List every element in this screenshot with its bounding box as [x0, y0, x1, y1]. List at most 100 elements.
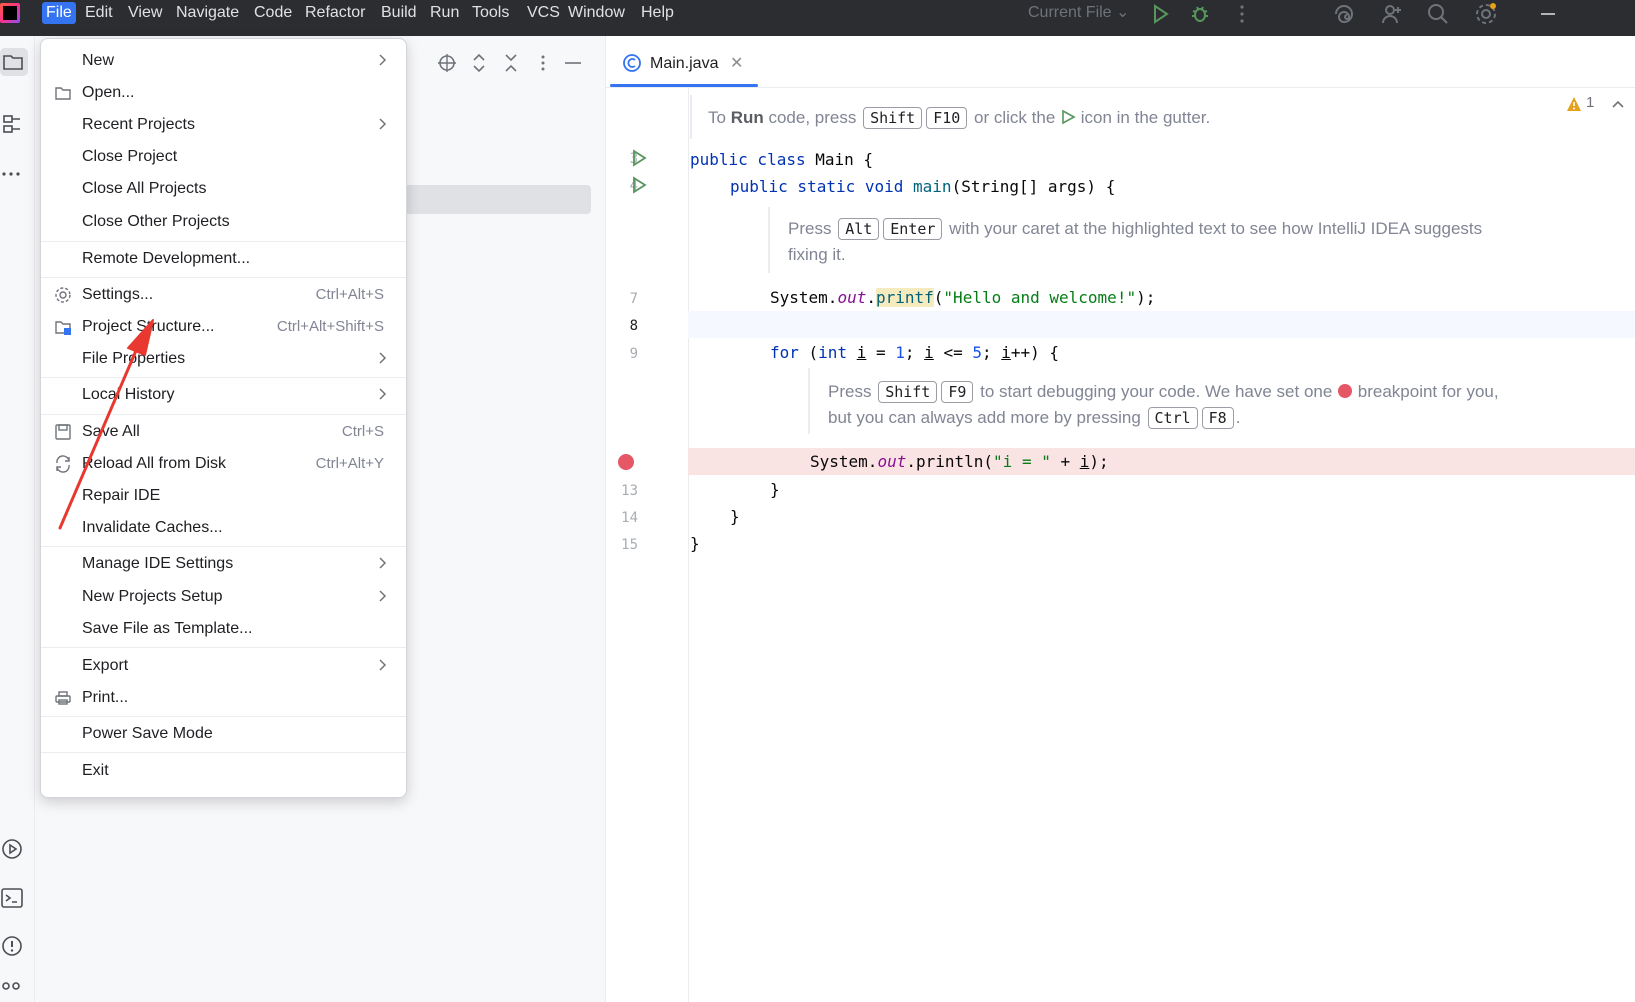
menu-build[interactable]: Build: [377, 2, 421, 24]
debug-icon[interactable]: [1188, 2, 1212, 26]
menu-run[interactable]: Run: [426, 2, 463, 24]
menu-item-label: New: [82, 52, 115, 69]
method-name: main: [913, 177, 952, 196]
run-gutter-icon[interactable]: [630, 149, 648, 167]
menu-edit[interactable]: Edit: [81, 2, 117, 24]
code-line-9[interactable]: for (int i = 1; i <= 5; i++) {: [770, 342, 1059, 364]
menu-tools[interactable]: Tools: [468, 2, 513, 24]
code-line-14[interactable]: }: [730, 506, 740, 528]
code-line-15[interactable]: }: [690, 533, 700, 555]
search-icon[interactable]: [1426, 2, 1450, 26]
menu-window[interactable]: Window: [564, 2, 629, 24]
menu-item-power-save-mode[interactable]: Power Save Mode: [41, 719, 406, 749]
menu-item-close-all-projects[interactable]: Close All Projects: [41, 174, 406, 204]
tab-close-icon[interactable]: ✕: [730, 52, 743, 76]
string-literal: "i = ": [993, 452, 1051, 471]
services-icon[interactable]: [0, 835, 28, 863]
code-line-3[interactable]: public class Main {: [690, 149, 873, 171]
chevron-up-icon[interactable]: [1610, 96, 1626, 112]
menu-separator: [41, 414, 406, 415]
menu-item-close-other-projects[interactable]: Close Other Projects: [41, 207, 406, 237]
menu-item-label: Reload All from Disk: [82, 455, 227, 472]
structure-icon[interactable]: [0, 112, 28, 140]
menu-separator: [41, 241, 406, 242]
more-tools-icon[interactable]: [0, 160, 28, 188]
problems-icon[interactable]: [0, 932, 28, 960]
expand-all-icon[interactable]: [468, 52, 490, 74]
gear-icon: [55, 287, 71, 303]
line-number: 14: [621, 510, 638, 526]
intellij-logo-icon[interactable]: [0, 3, 20, 23]
ai-assistant-icon[interactable]: [1332, 2, 1356, 26]
menu-item-remote-development[interactable]: Remote Development...: [41, 244, 406, 274]
project-folder-icon[interactable]: [0, 48, 28, 76]
more-vertical-icon[interactable]: [1230, 2, 1254, 26]
menu-item-new-projects-setup[interactable]: New Projects Setup: [41, 582, 406, 612]
kbd-alt: Alt: [838, 218, 880, 240]
warning-count[interactable]: 1: [1586, 94, 1594, 111]
code-text: <=: [933, 343, 973, 362]
menu-item-manage-ide-settings[interactable]: Manage IDE Settings: [41, 549, 406, 579]
breakpoint-icon[interactable]: [617, 453, 635, 471]
menu-item-save-file-as-template[interactable]: Save File as Template...: [41, 614, 406, 644]
locate-file-icon[interactable]: [436, 52, 458, 74]
keyword: int: [818, 343, 848, 362]
options-icon[interactable]: [532, 52, 554, 74]
project-tree-selected-row[interactable]: [405, 185, 591, 214]
menu-code[interactable]: Code: [250, 2, 296, 24]
save-icon: [55, 424, 71, 440]
menu-refactor[interactable]: Refactor: [301, 2, 369, 24]
menu-item-export[interactable]: Export: [41, 651, 406, 681]
menu-item-file-properties[interactable]: File Properties: [41, 344, 406, 374]
code-text: );: [1089, 452, 1109, 471]
menu-item-save-all[interactable]: Save All Ctrl+S: [41, 417, 406, 447]
menu-vcs[interactable]: VCS: [523, 2, 564, 24]
menu-item-exit[interactable]: Exit: [41, 756, 406, 786]
code-text: .: [866, 288, 876, 307]
menu-item-label: Power Save Mode: [82, 725, 213, 742]
menu-item-repair-ide[interactable]: Repair IDE: [41, 481, 406, 511]
code-line-13[interactable]: }: [770, 479, 780, 501]
menu-item-recent-projects[interactable]: Recent Projects: [41, 110, 406, 140]
run-gutter-icon[interactable]: [630, 176, 648, 194]
run-config-selector[interactable]: Current File ⌄: [1028, 2, 1129, 24]
method-name-warning[interactable]: printf: [875, 288, 934, 307]
menu-navigate[interactable]: Navigate: [172, 2, 243, 24]
warning-icon[interactable]: [1566, 96, 1582, 112]
terminal-icon[interactable]: [0, 884, 28, 912]
run-icon[interactable]: [1148, 2, 1172, 26]
menu-item-label: Invalidate Caches...: [82, 519, 223, 536]
code-text: .println(: [906, 452, 994, 471]
menu-item-local-history[interactable]: Local History: [41, 380, 406, 410]
caret-line-highlight: [688, 311, 1635, 338]
menu-item-shortcut: Ctrl+Alt+Y: [315, 455, 384, 472]
code-text: +: [1050, 452, 1080, 471]
menu-view[interactable]: View: [124, 2, 166, 24]
menu-item-project-structure[interactable]: Project Structure... Ctrl+Alt+Shift+S: [41, 312, 406, 342]
project-structure-icon: [55, 321, 71, 335]
menu-item-settings[interactable]: Settings... Ctrl+Alt+S: [41, 280, 406, 310]
chevron-right-icon: [379, 557, 387, 569]
add-user-icon[interactable]: [1380, 2, 1404, 26]
code-line-7[interactable]: System.out.printf("Hello and welcome!");: [770, 287, 1155, 309]
settings-gear-icon[interactable]: [1474, 2, 1498, 26]
menu-item-new[interactable]: New: [41, 46, 406, 76]
menu-item-print[interactable]: Print...: [41, 683, 406, 713]
chevron-right-icon: [379, 118, 387, 130]
run-config-label: Current File: [1028, 4, 1112, 21]
menu-file[interactable]: File: [42, 2, 76, 24]
menu-item-label: Save All: [82, 423, 140, 440]
hide-panel-icon[interactable]: [562, 52, 584, 74]
minimize-window-icon[interactable]: [1536, 2, 1560, 26]
menu-item-label: Print...: [82, 689, 129, 706]
number-literal: 5: [972, 343, 982, 362]
menu-item-open[interactable]: Open...: [41, 78, 406, 108]
code-line-4[interactable]: public static void main(String[] args) {: [730, 176, 1115, 198]
menu-item-close-project[interactable]: Close Project: [41, 142, 406, 172]
code-line-12[interactable]: System.out.println("i = " + i);: [810, 451, 1109, 473]
menu-item-reload-from-disk[interactable]: Reload All from Disk Ctrl+Alt+Y: [41, 449, 406, 479]
menu-item-invalidate-caches[interactable]: Invalidate Caches...: [41, 513, 406, 543]
collapse-all-icon[interactable]: [500, 52, 522, 74]
version-control-icon[interactable]: [0, 978, 28, 1002]
menu-help[interactable]: Help: [637, 2, 678, 24]
